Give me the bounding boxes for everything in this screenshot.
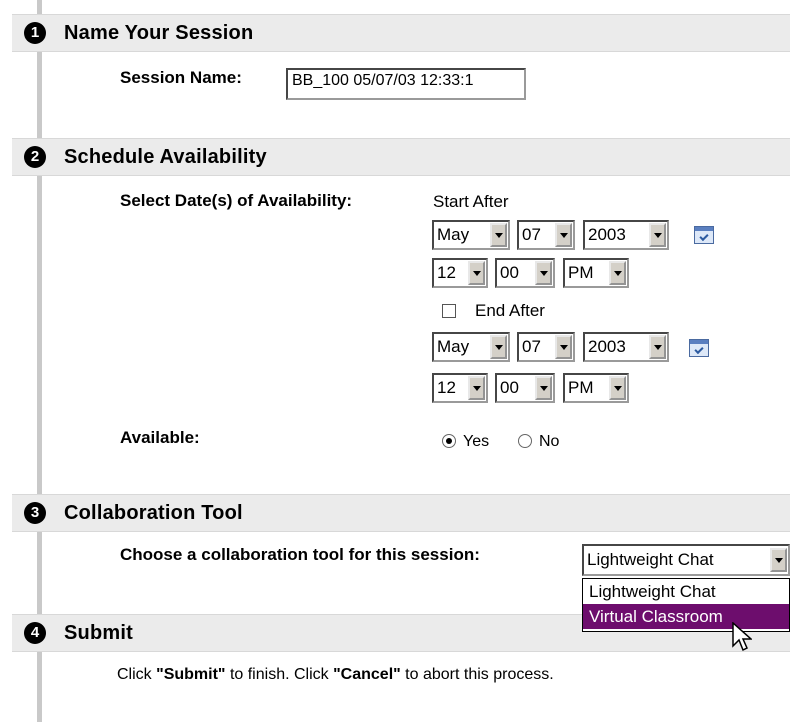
chevron-down-icon: [468, 376, 485, 400]
end-month-select[interactable]: May: [432, 332, 510, 362]
collaboration-tool-select[interactable]: Lightweight Chat: [582, 544, 790, 576]
section-title: Name Your Session: [64, 22, 254, 44]
mouse-pointer-icon: [732, 622, 752, 652]
section-header-collaboration: 3 Collaboration Tool: [12, 494, 790, 532]
chevron-down-icon: [555, 223, 572, 247]
section-header-schedule: 2 Schedule Availability: [12, 138, 790, 176]
available-no-radio[interactable]: [518, 434, 532, 448]
session-name-label: Session Name:: [120, 68, 242, 87]
chevron-down-icon: [609, 261, 626, 285]
chevron-down-icon: [649, 335, 666, 359]
start-minute-select[interactable]: 00: [495, 258, 555, 288]
chevron-down-icon: [649, 223, 666, 247]
dropdown-option-virtual-classroom[interactable]: Virtual Classroom: [583, 604, 789, 629]
start-hour-select[interactable]: 12: [432, 258, 488, 288]
end-after-checkbox[interactable]: [442, 304, 456, 318]
collaboration-tool-label: Choose a collaboration tool for this ses…: [120, 545, 480, 564]
step-number-2: 2: [24, 146, 46, 168]
available-yes-label: Yes: [463, 433, 490, 450]
start-day-select[interactable]: 07: [517, 220, 575, 250]
chevron-down-icon: [770, 548, 787, 572]
collaboration-tool-dropdown-list[interactable]: Lightweight Chat Virtual Classroom: [582, 578, 790, 632]
calendar-icon[interactable]: [694, 226, 714, 244]
chevron-down-icon: [609, 376, 626, 400]
end-ampm-select[interactable]: PM: [563, 373, 629, 403]
session-name-input[interactable]: BB_100 05/07/03 12:33:1: [286, 68, 526, 100]
submit-keyword: "Submit": [156, 666, 226, 683]
section-title: Schedule Availability: [64, 146, 267, 168]
section-header-name-session: 1 Name Your Session: [12, 14, 790, 52]
availability-dates-label: Select Date(s) of Availability:: [120, 191, 353, 210]
submit-instructions: Click "Submit" to finish. Click "Cancel"…: [117, 666, 554, 683]
chevron-down-icon: [490, 223, 507, 247]
start-year-select[interactable]: 2003: [583, 220, 669, 250]
chevron-down-icon: [555, 335, 572, 359]
start-ampm-select[interactable]: PM: [563, 258, 629, 288]
chevron-down-icon: [535, 376, 552, 400]
end-after-label: End After: [475, 301, 545, 320]
calendar-icon[interactable]: [689, 339, 709, 357]
step-number-3: 3: [24, 502, 46, 524]
start-month-select[interactable]: May: [432, 220, 510, 250]
end-hour-select[interactable]: 12: [432, 373, 488, 403]
chevron-down-icon: [468, 261, 485, 285]
section-title: Collaboration Tool: [64, 502, 243, 524]
end-day-select[interactable]: 07: [517, 332, 575, 362]
chevron-down-icon: [490, 335, 507, 359]
available-label: Available:: [120, 428, 200, 447]
available-yes-radio[interactable]: [442, 434, 456, 448]
start-after-label: Start After: [433, 192, 509, 211]
step-number-4: 4: [24, 622, 46, 644]
end-minute-select[interactable]: 00: [495, 373, 555, 403]
available-no-label: No: [539, 433, 560, 450]
dropdown-option-lightweight-chat[interactable]: Lightweight Chat: [583, 579, 789, 604]
cancel-keyword: "Cancel": [333, 666, 401, 683]
chevron-down-icon: [535, 261, 552, 285]
end-year-select[interactable]: 2003: [583, 332, 669, 362]
step-number-1: 1: [24, 22, 46, 44]
section-title: Submit: [64, 622, 133, 644]
